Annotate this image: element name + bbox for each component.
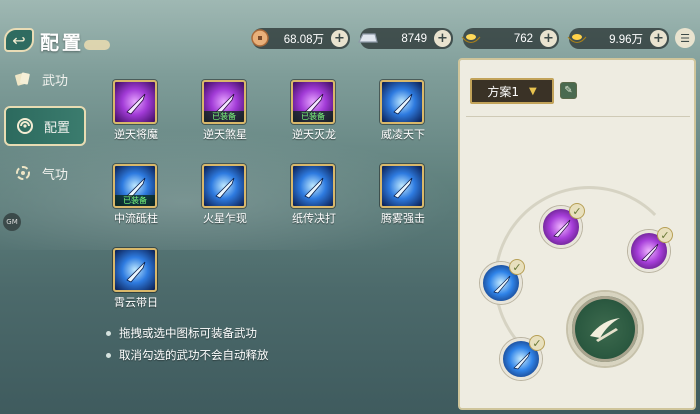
skill-item[interactable]: 威凌天下	[363, 62, 443, 141]
nav-item-label: 气功	[42, 167, 69, 183]
equipped-badge: 已装备	[204, 111, 244, 122]
loadout-panel: 方案1 ▼ ✎ ✓ ✓ ✓ ✓	[458, 58, 696, 410]
nav-item-wugong[interactable]: 武功	[0, 56, 88, 102]
check-icon[interactable]: ✓	[529, 335, 545, 351]
skill-item[interactable]: 逆天将魔	[96, 62, 176, 141]
edit-icon: ✎	[564, 85, 573, 96]
add-gold-button[interactable]: +	[540, 30, 557, 47]
bullet-icon	[106, 330, 111, 336]
skill-item[interactable]: 已装备 中流砥柱	[96, 146, 176, 225]
cards-icon	[14, 70, 32, 88]
page-title: 配置	[40, 32, 85, 54]
skill-slot[interactable]: ✓	[500, 335, 545, 380]
skill-icon: 已装备	[113, 164, 157, 208]
gm-button[interactable]: GM	[3, 213, 21, 231]
list-icon: ☰	[680, 31, 690, 45]
tip-item: 拖拽或选中图标可装备武功	[106, 322, 269, 344]
plan-dropdown[interactable]: 方案1 ▼	[470, 78, 554, 104]
chevron-down-icon: ▼	[528, 85, 537, 97]
nav-item-label: 武功	[42, 73, 69, 89]
skill-icon	[113, 80, 157, 124]
skill-slot[interactable]: ✓	[480, 259, 525, 304]
skill-icon	[380, 80, 424, 124]
qi-icon	[14, 164, 32, 182]
skill-icon	[202, 164, 246, 208]
skill-item[interactable]: 霄云带日	[96, 230, 176, 309]
skill-icon: 已装备	[291, 80, 335, 124]
swirl-icon	[16, 117, 34, 135]
main-attack-button[interactable]	[568, 292, 642, 366]
divider	[466, 116, 690, 117]
side-nav: 武功 配置 气功	[0, 56, 88, 196]
skill-item[interactable]: 腾雾强击	[363, 146, 443, 225]
skill-item[interactable]: 火星乍现	[185, 146, 265, 225]
add-silver-button[interactable]: +	[434, 30, 451, 47]
check-icon[interactable]: ✓	[569, 203, 585, 219]
check-icon[interactable]: ✓	[657, 227, 673, 243]
menu-list-button[interactable]: ☰	[675, 28, 695, 48]
skill-icon	[113, 248, 157, 292]
add-gold-large-button[interactable]: +	[650, 30, 667, 47]
resource-gold: 762 +	[461, 28, 559, 49]
resource-silver: 8749 +	[358, 28, 453, 49]
skill-slot[interactable]: ✓	[628, 227, 673, 272]
copper-coin-icon	[248, 26, 272, 50]
tip-item: 取消勾选的武功不会自动释放	[106, 344, 269, 366]
edit-plan-button[interactable]: ✎	[560, 82, 577, 99]
gold-ingot-icon	[459, 26, 483, 50]
skill-icon: 已装备	[202, 80, 246, 124]
skill-item[interactable]: 已装备 逆天煞星	[185, 62, 265, 141]
gold-ingot-large-icon	[565, 26, 589, 50]
skill-icon	[291, 164, 335, 208]
add-copper-button[interactable]: +	[331, 30, 348, 47]
nav-item-peizhi[interactable]: 配置	[4, 106, 86, 146]
back-button[interactable]: ↩	[4, 28, 34, 52]
nav-item-label: 配置	[44, 120, 71, 136]
skill-icon	[380, 164, 424, 208]
top-bar: ↩ 配置 68.08万 + 8749 + 762 + 9.96万 + ☰	[0, 0, 700, 54]
skill-panel: 逆天将魔 已装备 逆天煞星 已装备 逆天灭龙 威凌天下 已装备 中流砥柱 火星乍…	[96, 62, 446, 372]
skill-slot[interactable]: ✓	[540, 203, 585, 248]
resource-gold-large: 9.96万 +	[567, 28, 669, 49]
nav-item-qigong[interactable]: 气功	[0, 150, 88, 196]
blade-icon	[590, 318, 620, 342]
resource-copper: 68.08万 +	[251, 28, 350, 49]
tips-list: 拖拽或选中图标可装备武功 取消勾选的武功不会自动释放	[106, 322, 269, 366]
silver-ingot-icon	[356, 26, 380, 50]
check-icon[interactable]: ✓	[509, 259, 525, 275]
equipped-badge: 已装备	[293, 111, 333, 122]
bullet-icon	[106, 352, 111, 358]
skill-item[interactable]: 已装备 逆天灭龙	[274, 62, 354, 141]
skill-item[interactable]: 纸传决打	[274, 146, 354, 225]
equipped-badge: 已装备	[115, 195, 155, 206]
back-arrow-icon: ↩	[12, 30, 26, 50]
title-decoration	[84, 40, 110, 50]
